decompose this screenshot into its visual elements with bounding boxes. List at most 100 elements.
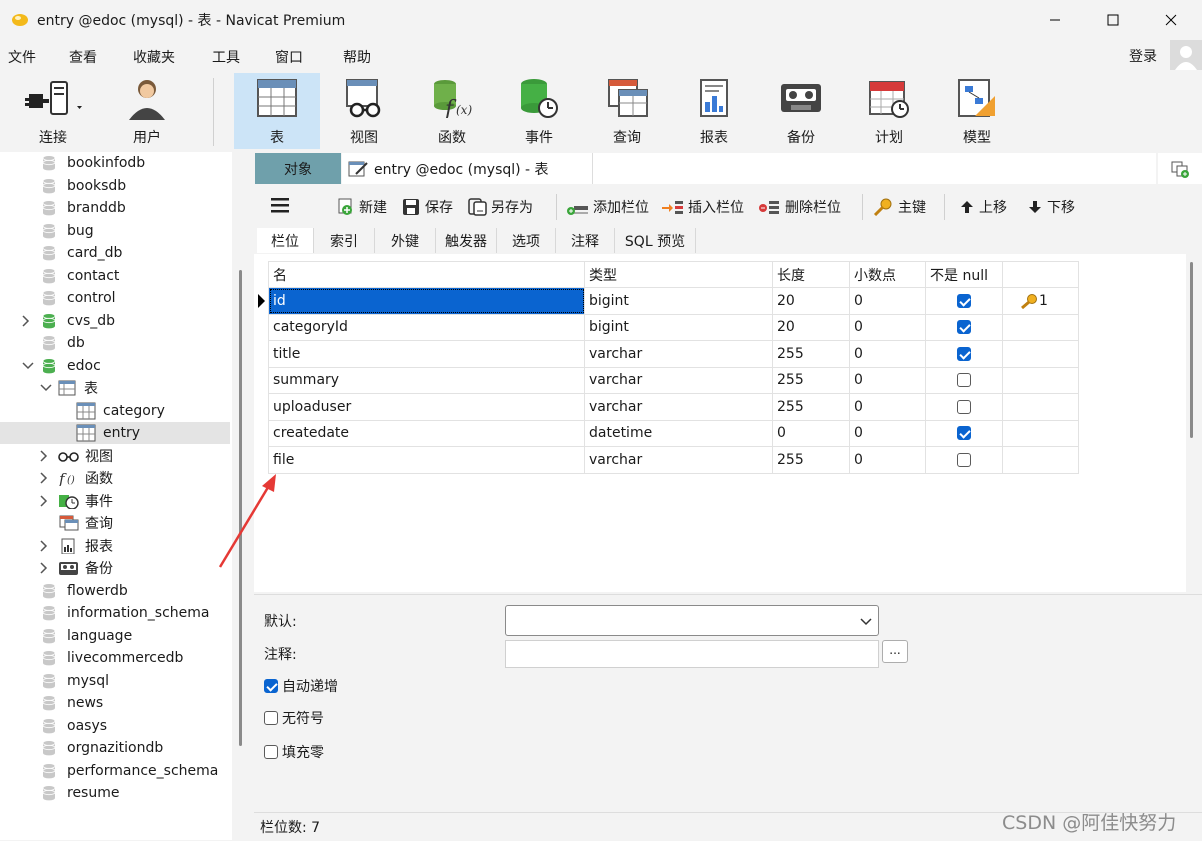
tree-table-entry[interactable]: entry	[0, 422, 230, 444]
cell-name[interactable]: title	[268, 340, 585, 368]
default-select[interactable]	[505, 605, 879, 636]
tree-group-views[interactable]: 视图	[0, 445, 230, 467]
minimize-button[interactable]	[1026, 0, 1084, 40]
cell-length[interactable]: 255	[772, 366, 850, 394]
auto-increment-check[interactable]	[264, 679, 278, 693]
move-down-button[interactable]: 下移	[1026, 197, 1075, 217]
not-null-checkbox[interactable]	[957, 452, 971, 467]
toolbar-table-button[interactable]: 表	[234, 73, 320, 149]
subtab-fields[interactable]: 栏位	[257, 228, 314, 253]
tree-db-cvs_db[interactable]: cvs_db	[0, 310, 230, 332]
toolbar-event-button[interactable]: 事件	[496, 73, 582, 149]
cell-length[interactable]: 255	[772, 393, 850, 421]
tree-db-branddb[interactable]: branddb	[0, 197, 230, 219]
auto-increment-checkbox[interactable]: 自动递增	[264, 676, 338, 696]
cell-name[interactable]: file	[268, 446, 585, 474]
cell-type[interactable]: bigint	[584, 287, 773, 315]
not-null-checkbox[interactable]	[957, 320, 971, 335]
tree-db-performance_schema[interactable]: performance_schema	[0, 760, 230, 782]
cell-not-null[interactable]	[925, 287, 1003, 315]
primary-key-button[interactable]: 主键	[873, 197, 926, 217]
header-decimals[interactable]: 小数点	[849, 261, 926, 288]
not-null-checkbox[interactable]	[957, 293, 971, 308]
menu-view[interactable]: 查看	[69, 47, 97, 67]
table-row[interactable]: createdate datetime 0 0	[268, 419, 1079, 447]
cell-length[interactable]: 255	[772, 340, 850, 368]
delete-field-button[interactable]: 删除栏位	[758, 197, 841, 217]
new-tab-button[interactable]	[1158, 153, 1202, 184]
tree-group-functions[interactable]: f() 函数	[0, 467, 230, 489]
tree-tables-folder[interactable]: 表	[0, 377, 230, 399]
header-not-null[interactable]: 不是 null	[925, 261, 1003, 288]
tab-objects[interactable]: 对象	[255, 153, 341, 184]
tree-db-bug[interactable]: bug	[0, 220, 230, 242]
new-button[interactable]: 新建	[336, 197, 387, 217]
save-button[interactable]: 保存	[402, 197, 453, 217]
cell-not-null[interactable]	[925, 313, 1003, 341]
cell-length[interactable]: 20	[772, 287, 850, 315]
login-link[interactable]: 登录	[1129, 46, 1157, 66]
subtab-indexes[interactable]: 索引	[314, 228, 375, 253]
menu-favorites[interactable]: 收藏夹	[133, 47, 175, 67]
not-null-checkbox[interactable]	[957, 399, 971, 414]
tree-db-bookinfodb[interactable]: bookinfodb	[0, 152, 230, 174]
table-row[interactable]: summary varchar 255 0	[268, 366, 1079, 394]
cell-not-null[interactable]	[925, 446, 1003, 474]
subtab-comment[interactable]: 注释	[556, 228, 615, 253]
cell-type[interactable]: varchar	[584, 393, 773, 421]
save-as-button[interactable]: 另存为	[468, 197, 533, 217]
tree-db-db[interactable]: db	[0, 332, 230, 354]
header-type[interactable]: 类型	[584, 261, 773, 288]
cell-length[interactable]: 255	[772, 446, 850, 474]
tree-db-language[interactable]: language	[0, 625, 230, 647]
table-row[interactable]: categoryId bigint 20 0	[268, 313, 1079, 341]
toolbar-function-button[interactable]: f (x) 函数	[409, 73, 495, 149]
tree-db-livecommercedb[interactable]: livecommercedb	[0, 647, 230, 669]
avatar[interactable]	[1170, 40, 1202, 72]
cell-decimals[interactable]: 0	[849, 446, 926, 474]
move-up-button[interactable]: 上移	[958, 197, 1007, 217]
not-null-checkbox[interactable]	[957, 346, 971, 361]
cell-name[interactable]: categoryId	[268, 313, 585, 341]
cell-type[interactable]: bigint	[584, 313, 773, 341]
add-field-button[interactable]: 添加栏位	[566, 197, 649, 217]
toolbar-report-button[interactable]: 报表	[671, 73, 757, 149]
table-row[interactable]: uploaduser varchar 255 0	[268, 393, 1079, 421]
cell-not-null[interactable]	[925, 340, 1003, 368]
tree-db-mysql[interactable]: mysql	[0, 670, 230, 692]
table-row[interactable]: title varchar 255 0	[268, 340, 1079, 368]
menu-help[interactable]: 帮助	[343, 47, 371, 67]
tree-db-edoc[interactable]: edoc	[0, 355, 230, 377]
cell-length[interactable]: 0	[772, 419, 850, 447]
cell-name[interactable]: uploaduser	[268, 393, 585, 421]
cell-type[interactable]: varchar	[584, 446, 773, 474]
header-name[interactable]: 名	[268, 261, 585, 288]
tree-db-booksdb[interactable]: booksdb	[0, 175, 230, 197]
cell-not-null[interactable]	[925, 419, 1003, 447]
tree-db-control[interactable]: control	[0, 287, 230, 309]
tree-group-queries[interactable]: 查询	[0, 512, 230, 534]
cell-decimals[interactable]: 0	[849, 287, 926, 315]
subtab-triggers[interactable]: 触发器	[436, 228, 497, 253]
table-row[interactable]: file varchar 255 0	[268, 446, 1079, 474]
menu-tools[interactable]: 工具	[212, 47, 240, 67]
not-null-checkbox[interactable]	[957, 373, 971, 388]
zerofill-check[interactable]	[264, 745, 278, 759]
subtab-options[interactable]: 选项	[497, 228, 556, 253]
toolbar-schedule-button[interactable]: 计划	[846, 73, 932, 149]
cell-length[interactable]: 20	[772, 313, 850, 341]
close-button[interactable]	[1142, 0, 1200, 40]
hamburger-menu-button[interactable]	[270, 197, 293, 213]
cell-not-null[interactable]	[925, 366, 1003, 394]
comment-input[interactable]	[505, 640, 879, 668]
unsigned-check[interactable]	[264, 711, 278, 725]
zerofill-checkbox[interactable]: 填充零	[264, 742, 324, 762]
tree-db-resume[interactable]: resume	[0, 782, 230, 804]
subtab-sql-preview[interactable]: SQL 预览	[615, 228, 696, 253]
cell-type[interactable]: varchar	[584, 340, 773, 368]
menu-window[interactable]: 窗口	[275, 47, 303, 67]
toolbar-model-button[interactable]: 模型	[934, 73, 1020, 149]
cell-type[interactable]: datetime	[584, 419, 773, 447]
table-row[interactable]: id bigint 20 0 1	[268, 287, 1079, 315]
subtab-foreign-keys[interactable]: 外键	[375, 228, 436, 253]
